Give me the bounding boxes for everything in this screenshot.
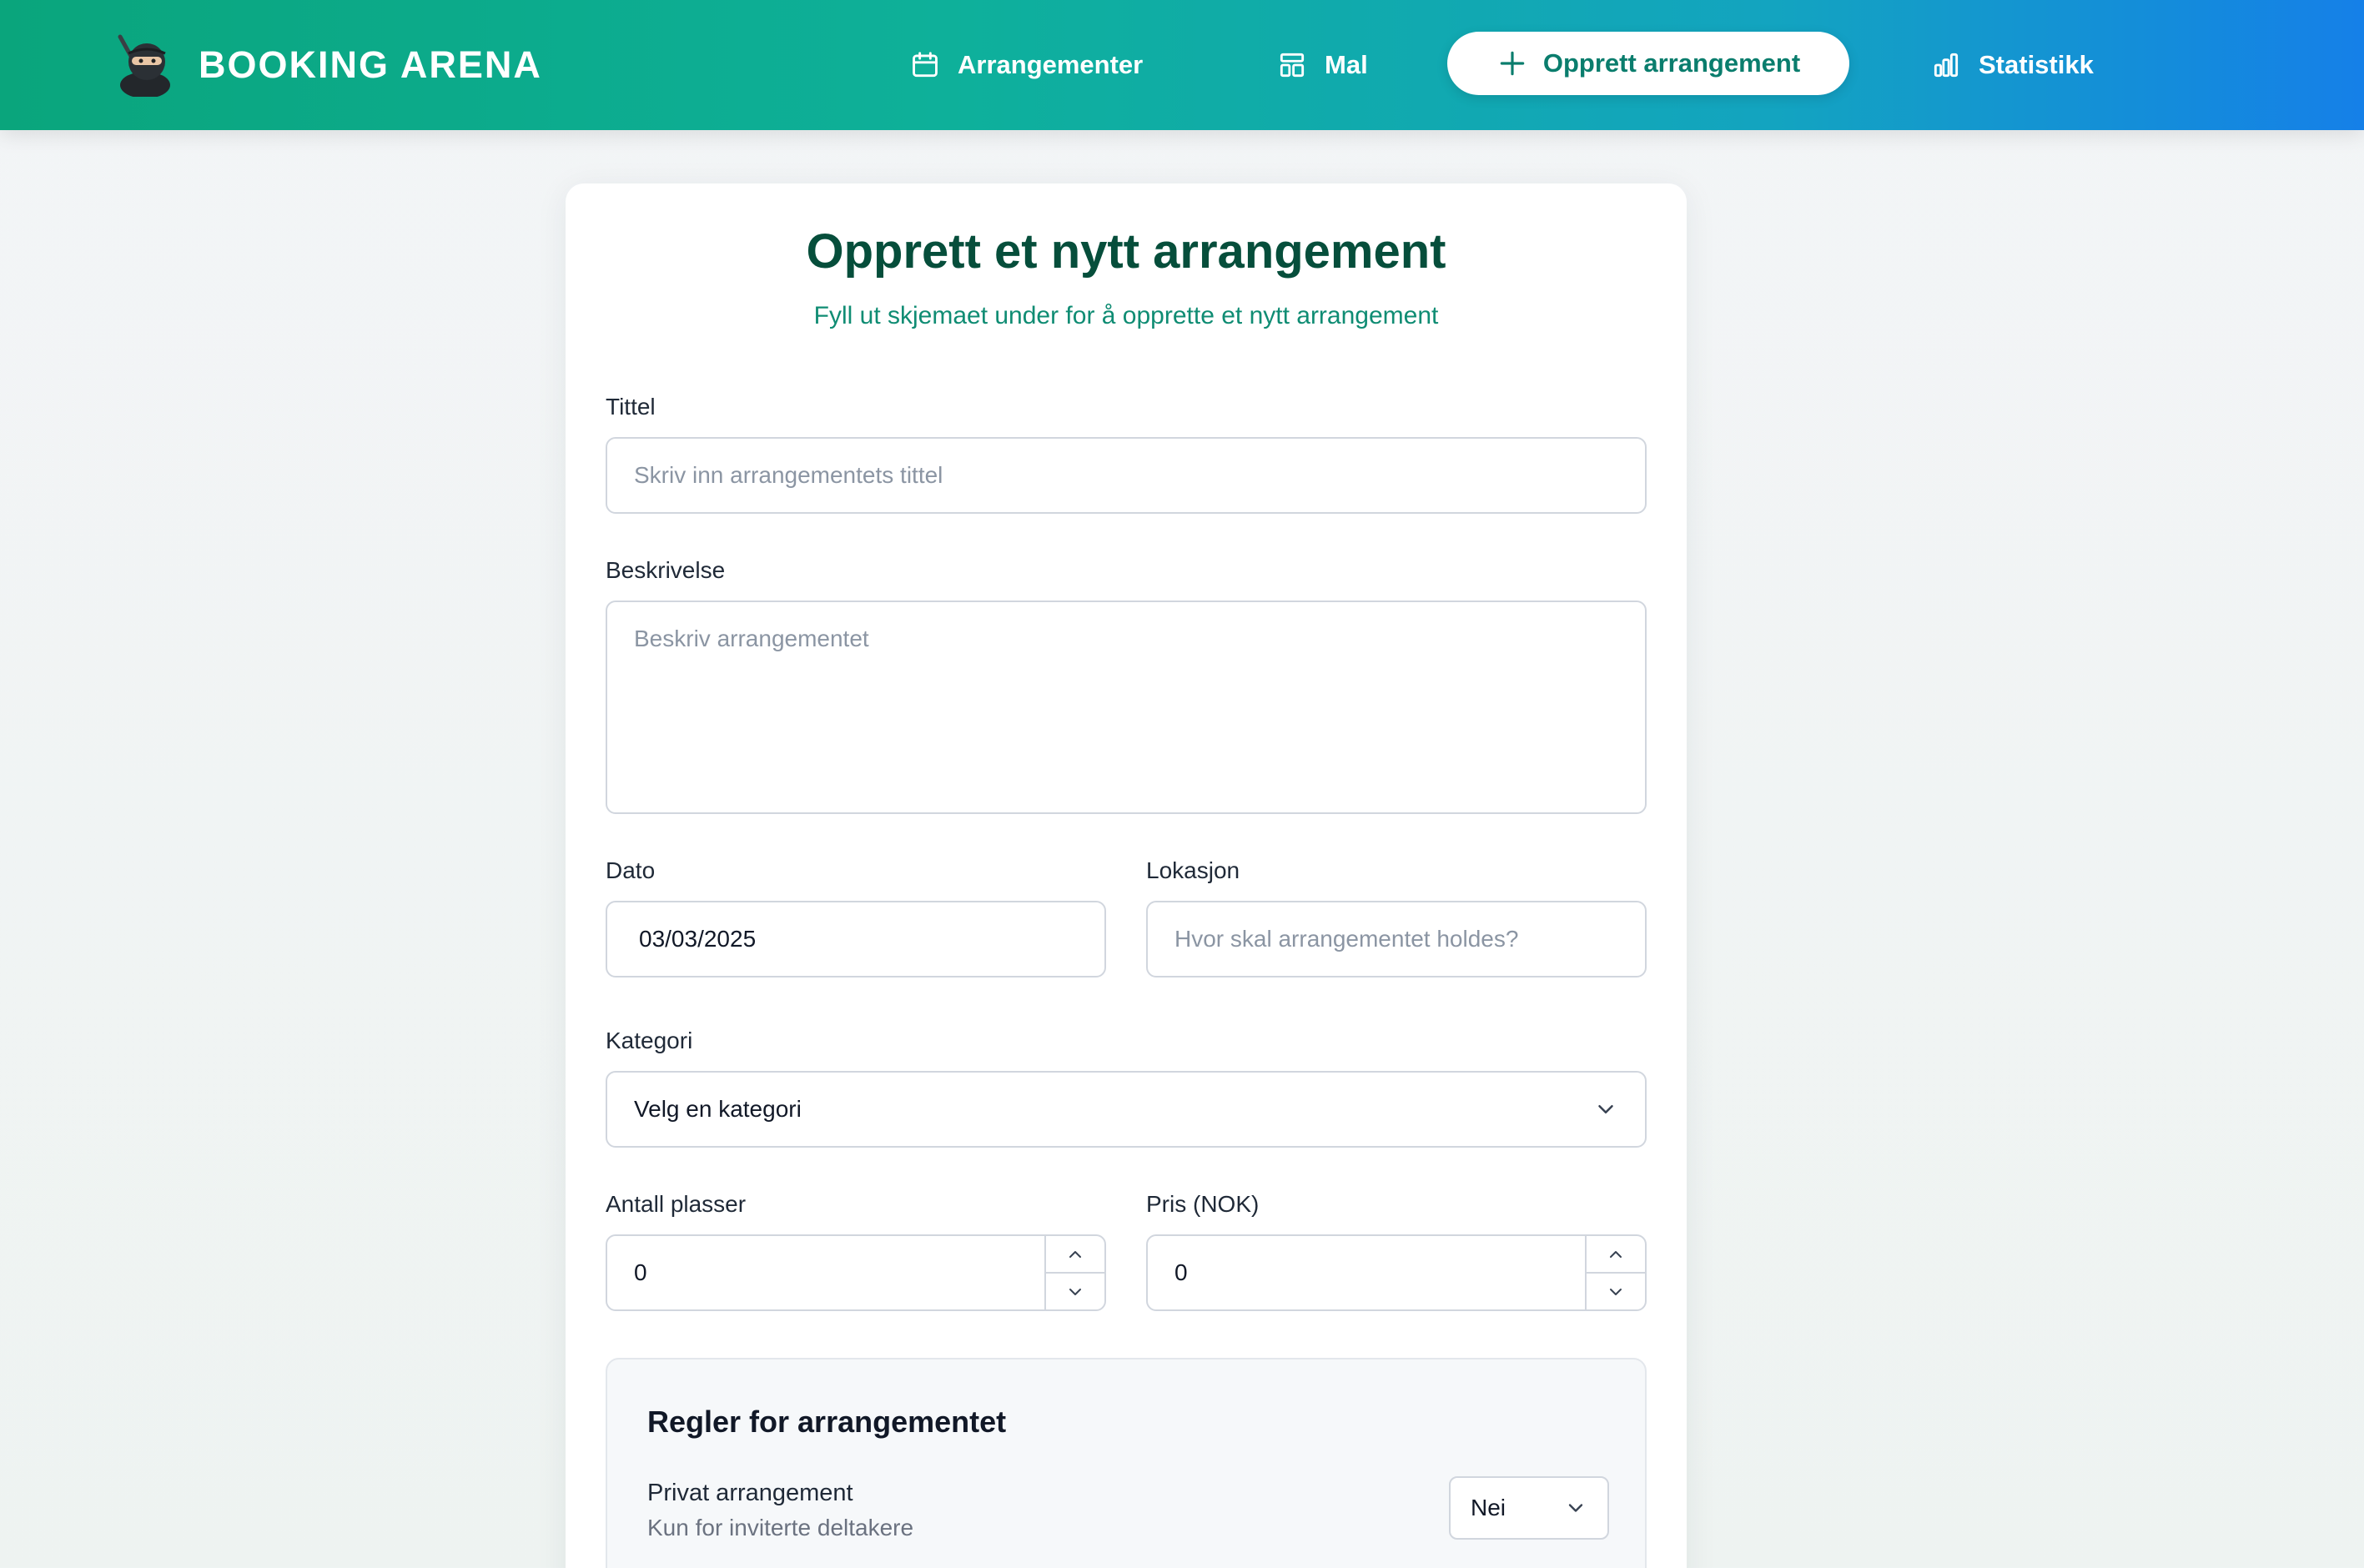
bar-chart-icon xyxy=(1934,53,1959,78)
antall-plasser-value: 0 xyxy=(634,1259,647,1285)
nav-mal-label: Mal xyxy=(1325,50,1368,79)
nav-statistikk[interactable]: Statistikk xyxy=(1930,0,2094,130)
ninja-logo-icon xyxy=(118,34,170,97)
pris-input[interactable]: 0 xyxy=(1146,1234,1647,1311)
nav-opprett-label: Opprett arrangement xyxy=(1542,48,1801,78)
tittel-input[interactable] xyxy=(606,437,1647,514)
chevron-down-icon xyxy=(1598,1105,1613,1113)
tittel-label: Tittel xyxy=(606,394,656,420)
nav-opprett-arrangement[interactable]: Opprett arrangement xyxy=(1447,32,1849,95)
page-title: Opprett et nytt arrangement xyxy=(806,224,1446,279)
chevron-down-icon xyxy=(1568,1504,1583,1512)
calendar-icon xyxy=(913,52,938,78)
privat-arrangement-value: Nei xyxy=(1471,1495,1506,1520)
pris-decrement-button[interactable] xyxy=(1587,1272,1645,1309)
privat-arrangement-description: Kun for inviterte deltakere xyxy=(647,1515,914,1540)
page-subtitle: Fyll ut skjemaet under for å opprette et… xyxy=(813,302,1439,329)
pris-label: Pris (NOK) xyxy=(1146,1191,1260,1217)
create-event-card: Opprett et nytt arrangement Fyll ut skje… xyxy=(566,183,1687,1568)
rules-panel: Regler for arrangementet Privat arrangem… xyxy=(606,1358,1647,1568)
template-icon xyxy=(1280,53,1305,78)
dato-label: Dato xyxy=(606,857,656,883)
plus-icon xyxy=(1500,51,1525,76)
antall-increment-button[interactable] xyxy=(1046,1236,1104,1272)
top-navbar: BOOKING ARENA Arrangementer Mal Opprett … xyxy=(0,0,2364,130)
kategori-selected-value: Velg en kategori xyxy=(634,1096,802,1122)
brand[interactable]: BOOKING ARENA xyxy=(112,33,542,97)
antall-plasser-input[interactable]: 0 xyxy=(606,1234,1106,1311)
privat-arrangement-label: Privat arrangement xyxy=(647,1480,853,1506)
pris-stepper xyxy=(1585,1236,1645,1309)
kategori-select[interactable]: Velg en kategori xyxy=(606,1071,1647,1148)
brand-name: BOOKING ARENA xyxy=(199,43,542,86)
chevron-up-icon xyxy=(1069,1250,1081,1258)
dato-input[interactable] xyxy=(606,901,1106,977)
nav-arrangementer-label: Arrangementer xyxy=(958,50,1144,79)
chevron-up-icon xyxy=(1610,1250,1622,1258)
nav-statistikk-label: Statistikk xyxy=(1979,50,2094,79)
chevron-down-icon xyxy=(1610,1288,1622,1295)
beskrivelse-label: Beskrivelse xyxy=(606,557,726,583)
beskrivelse-textarea[interactable] xyxy=(606,601,1647,814)
pris-increment-button[interactable] xyxy=(1587,1236,1645,1272)
kategori-label: Kategori xyxy=(606,1028,693,1053)
nav-arrangementer[interactable]: Arrangementer xyxy=(909,0,1143,130)
lokasjon-input[interactable] xyxy=(1146,901,1647,977)
pris-value: 0 xyxy=(1174,1259,1188,1285)
antall-plasser-stepper xyxy=(1044,1236,1104,1309)
lokasjon-label: Lokasjon xyxy=(1146,857,1240,883)
chevron-down-icon xyxy=(1069,1288,1081,1295)
nav-mal[interactable]: Mal xyxy=(1276,0,1368,130)
antall-decrement-button[interactable] xyxy=(1046,1272,1104,1309)
privat-arrangement-select[interactable]: Nei xyxy=(1449,1476,1609,1540)
rules-title: Regler for arrangementet xyxy=(647,1405,1007,1439)
antall-plasser-label: Antall plasser xyxy=(606,1191,747,1217)
